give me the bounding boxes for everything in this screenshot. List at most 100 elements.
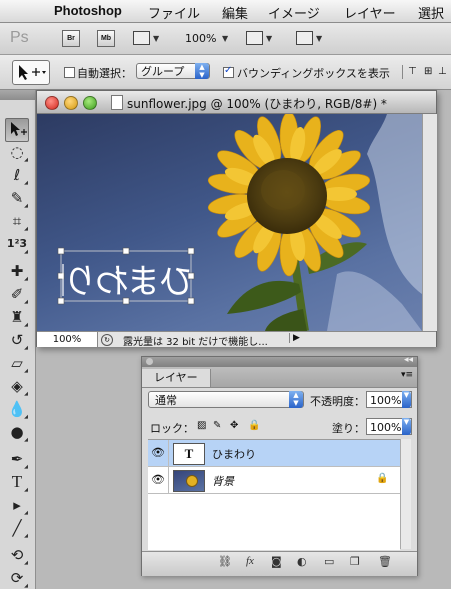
line-tool-icon[interactable]: ╱ ◢ — [6, 517, 28, 539]
lock-icon: 🔒 — [376, 473, 389, 484]
lasso-tool-icon[interactable]: ℓ ◢ — [6, 164, 28, 186]
align-bottom-icon[interactable]: ⊥ — [438, 66, 447, 77]
blur-tool-icon[interactable]: 💧 ◢ — [6, 398, 28, 420]
photoshop-logo: Ps — [10, 29, 29, 46]
minimize-button[interactable] — [64, 96, 78, 110]
link-layers-icon[interactable]: ⛓ — [218, 555, 232, 568]
lock-all-icon[interactable]: 🔒 — [248, 420, 260, 431]
align-vcenter-icon[interactable]: ⊞ — [424, 66, 432, 77]
status-menu-arrow-icon[interactable]: ▶ — [289, 333, 300, 343]
type-tool-icon[interactable]: T ◢ — [6, 471, 28, 493]
crop-tool-icon[interactable]: ⌗ ◢ — [6, 210, 28, 232]
new-group-icon[interactable]: ▭ — [324, 555, 334, 568]
image-canvas[interactable]: ひまわり — [37, 114, 422, 331]
panel-menu-icon[interactable]: ▾≡ — [401, 370, 413, 380]
path-selection-tool-icon[interactable]: ▸ ◢ — [6, 494, 28, 516]
lock-transparent-icon[interactable]: ▨ — [197, 420, 206, 431]
launch-minibridge-button[interactable]: Mb — [97, 30, 115, 47]
chevron-updown-icon: ▲ ▼ — [289, 391, 303, 408]
document-title: sunflower.jpg @ 100% (ひまわり, RGB/8#) * — [127, 97, 387, 111]
panel-collapse-icon[interactable]: ◂◂ — [404, 355, 413, 365]
layers-scrollbar[interactable] — [400, 439, 411, 549]
add-mask-icon[interactable]: ◙ — [271, 555, 282, 568]
move-tool-icon[interactable] — [5, 118, 29, 142]
launch-bridge-button[interactable]: Br — [62, 30, 80, 47]
bounding-box-label: バウンディングボックスを表示 — [237, 67, 390, 80]
arrange-dropdown-icon[interactable]: ▼ — [266, 34, 272, 43]
status-icon[interactable]: ↻ — [101, 334, 113, 346]
status-text: 露光量は 32 bit だけで機能し... — [123, 337, 268, 348]
3d-rotate-tool-icon[interactable]: ⟲ ◢ — [6, 544, 28, 566]
menu-layer[interactable]: レイヤー — [344, 3, 396, 22]
document-window: sunflower.jpg @ 100% (ひまわり, RGB/8#) * ひま… — [36, 90, 437, 348]
text-layer-thumbnail: T — [173, 443, 205, 465]
quick-selection-tool-icon[interactable]: ✎ ◢ — [6, 187, 28, 209]
layer-style-icon[interactable]: fx — [246, 555, 254, 567]
dodge-tool-icon[interactable]: ● ◢ — [6, 421, 28, 443]
pen-tool-icon[interactable]: ✒ ◢ — [6, 448, 28, 470]
chevron-down-icon[interactable]: ▼ — [402, 418, 411, 435]
zoom-level[interactable]: 100% — [185, 32, 216, 45]
marquee-tool-icon[interactable]: ◌ ◢ — [6, 141, 28, 163]
zoom-dropdown-icon[interactable]: ▼ — [222, 34, 228, 43]
menu-file[interactable]: ファイル — [148, 3, 200, 22]
canvas-text-layer[interactable]: ひまわり — [65, 254, 193, 303]
fill-field[interactable]: 100% ▼ — [366, 418, 412, 435]
opacity-field[interactable]: 100% ▼ — [366, 391, 412, 408]
zoom-field[interactable]: 100% — [37, 332, 98, 347]
align-top-icon[interactable]: ⊤ — [408, 66, 417, 77]
healing-brush-tool-icon[interactable]: ✚ ◢ — [6, 260, 28, 282]
panel-close-icon[interactable] — [146, 358, 153, 365]
arrange-documents-icon[interactable] — [246, 31, 263, 45]
new-layer-icon[interactable]: ❐ — [350, 555, 360, 568]
tool-preset-picker[interactable] — [12, 60, 50, 85]
screen-mode-icon[interactable] — [296, 31, 313, 45]
divider — [402, 65, 403, 79]
zoom-button[interactable] — [83, 96, 97, 110]
3d-orbit-tool-icon[interactable]: ⟳ ◢ — [6, 567, 28, 589]
screen-mode-dropdown-icon[interactable]: ▼ — [316, 34, 322, 43]
history-brush-tool-icon[interactable]: ↺ ◢ — [6, 329, 28, 351]
layer-row-himawari[interactable]: 👁 T ひまわり — [148, 440, 400, 467]
move-tool-icon — [19, 65, 46, 80]
view-extras-icon[interactable] — [133, 31, 150, 45]
layer-row-background[interactable]: 👁 背景 🔒 — [148, 467, 400, 494]
auto-select-target-value: グループ — [141, 65, 185, 78]
panel-header[interactable]: ◂◂ — [142, 355, 417, 367]
paint-bucket-tool-icon[interactable]: ◈ ◢ — [6, 375, 28, 397]
menu-app-name[interactable]: Photoshop — [54, 3, 122, 18]
eraser-tool-icon[interactable]: ▱ ◢ — [6, 352, 28, 374]
auto-select-target-select[interactable]: グループ ▲ ▼ — [136, 63, 210, 79]
menu-image[interactable]: イメージ — [268, 3, 320, 22]
menu-bar: Photoshop ファイル 編集 イメージ レイヤー 選択範 — [0, 0, 451, 41]
layer-list: 👁 T ひまわり 👁 背景 🔒 — [148, 439, 400, 550]
layer-name[interactable]: 背景 — [212, 473, 234, 489]
eye-icon[interactable]: 👁 — [148, 467, 169, 493]
view-extras-dropdown-icon[interactable]: ▼ — [153, 34, 159, 43]
close-button[interactable] — [45, 96, 59, 110]
tools-panel: ◌ ◢ ℓ ◢ ✎ ◢ ⌗ ◢ 1²3 ◢ ✚ ◢ ✐ ◢ ♜ ◢ ↺ ◢ ▱ ◢ ◈ ◢ 💧 ◢ ● ◢… — [0, 90, 36, 589]
blend-mode-select[interactable]: 通常 ▲ ▼ — [148, 391, 304, 408]
fill-value: 100% — [370, 421, 402, 434]
vertical-scrollbar[interactable] — [422, 114, 437, 331]
lock-label: ロック： — [150, 422, 194, 435]
tab-layers[interactable]: レイヤー — [142, 369, 211, 387]
eye-icon[interactable]: 👁 — [148, 440, 169, 466]
auto-select-label: 自動選択： — [77, 67, 132, 80]
layer-name[interactable]: ひまわり — [212, 446, 256, 462]
document-title-bar[interactable]: sunflower.jpg @ 100% (ひまわり, RGB/8#) * — [37, 91, 436, 114]
adjustment-layer-icon[interactable]: ◐ — [297, 555, 307, 568]
auto-select-checkbox[interactable] — [64, 67, 75, 78]
lock-position-icon[interactable]: ✥ — [230, 420, 238, 431]
bounding-box-checkbox[interactable] — [223, 65, 234, 78]
brush-tool-icon[interactable]: ✐ ◢ — [6, 283, 28, 305]
delete-layer-icon[interactable]: 🗑 — [378, 555, 392, 568]
clone-stamp-tool-icon[interactable]: ♜ ◢ — [6, 306, 28, 328]
lock-pixels-icon[interactable]: ✎ — [213, 420, 221, 431]
opacity-label: 不透明度： — [310, 395, 365, 408]
tools-panel-grip[interactable] — [0, 90, 35, 100]
chevron-down-icon[interactable]: ▼ — [402, 391, 411, 408]
eyedropper-tool-icon[interactable]: 1²3 ◢ — [6, 233, 28, 255]
application-bar: Ps Br Mb ▼ 100% ▼ ▼ ▼ — [0, 23, 451, 55]
menu-edit[interactable]: 編集 — [222, 3, 248, 22]
